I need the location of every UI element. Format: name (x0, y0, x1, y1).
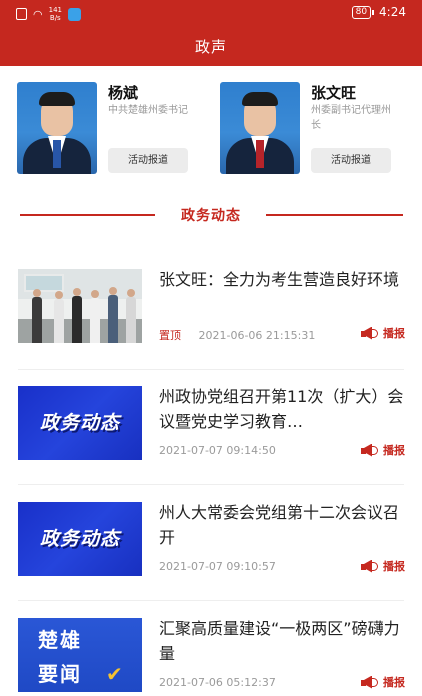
news-item[interactable]: 政务动态 州人大常委会党组第十二次会议召开 2021-07-07 09:10:5… (0, 502, 422, 592)
section-header: 政务动态 (0, 203, 422, 225)
news-time: 2021-07-06 05:12:37 (159, 676, 276, 689)
pinned-badge: 置顶 (159, 329, 181, 342)
news-thumbnail (18, 269, 142, 343)
broadcast-label: 播报 (383, 327, 405, 340)
check-mark-icon: ✔ (106, 662, 123, 686)
leader-card-yang-bin[interactable]: 杨斌 中共楚雄州委书记 活动报道 (17, 82, 202, 174)
battery-icon: 80 (351, 5, 375, 19)
thumbnail-text: 政务动态 (39, 528, 120, 550)
news-meta: 2021-07-07 09:10:57 (159, 560, 276, 573)
list-divider (18, 600, 404, 601)
news-meta: 2021-07-07 09:14:50 (159, 444, 276, 457)
speaker-icon (361, 675, 379, 689)
speaker-icon (361, 326, 379, 340)
wifi-icon: ◠ (33, 7, 43, 21)
news-thumbnail: 政务动态 (18, 386, 142, 460)
thumbnail-text: 要闻 (38, 662, 82, 686)
status-time: 4:24 (379, 5, 406, 19)
news-title[interactable]: 汇聚高质量建设“一极两区”磅礴力量 (159, 616, 407, 666)
speaker-icon (361, 443, 379, 457)
activity-report-button[interactable]: 活动报道 (108, 148, 188, 173)
app-notification-icon (67, 7, 81, 21)
broadcast-button[interactable]: 播报 (361, 558, 405, 574)
news-item[interactable]: 楚雄 要闻 ✔ 汇聚高质量建设“一极两区”磅礴力量 2021-07-06 05:… (0, 618, 422, 696)
status-bar: ◠ 141 B/s 80 4:24 (0, 0, 422, 26)
page-title: 政声 (194, 38, 227, 56)
thumbnail-text: 政务动态 (39, 412, 120, 434)
leader-name: 杨斌 (108, 84, 139, 102)
news-time: 2021-07-07 09:10:57 (159, 560, 276, 573)
broadcast-button[interactable]: 播报 (361, 674, 405, 690)
news-meta: 置顶 2021-06-06 21:15:31 (159, 327, 315, 343)
leader-role: 中共楚雄州委书记 (108, 105, 188, 116)
leader-name: 张文旺 (311, 84, 357, 102)
leader-role: 州委副书记代理州长 (311, 105, 391, 131)
news-title[interactable]: 州政协党组召开第11次（扩大）会议暨党史学习教育… (159, 384, 407, 434)
news-meta: 2021-07-06 05:12:37 (159, 676, 276, 689)
news-time: 2021-07-07 09:14:50 (159, 444, 276, 457)
list-divider (18, 484, 404, 485)
speaker-icon (361, 559, 379, 573)
news-title[interactable]: 张文旺：全力为考生营造良好环境 (159, 267, 407, 292)
activity-report-button[interactable]: 活动报道 (311, 148, 391, 173)
divider-line (266, 214, 403, 216)
news-thumbnail: 楚雄 要闻 ✔ (18, 618, 142, 692)
broadcast-label: 播报 (383, 560, 405, 573)
app-header: ◠ 141 B/s 80 4:24 政声 (0, 0, 422, 66)
news-item[interactable]: 政务动态 州政协党组召开第11次（扩大）会议暨党史学习教育… 2021-07-0… (0, 386, 422, 476)
news-thumbnail: 政务动态 (18, 502, 142, 576)
news-title[interactable]: 州人大常委会党组第十二次会议召开 (159, 500, 407, 550)
news-time: 2021-06-06 21:15:31 (198, 329, 316, 342)
broadcast-label: 播报 (383, 444, 405, 457)
list-divider (18, 369, 404, 370)
network-speed: 141 B/s (48, 6, 62, 22)
leader-portrait (17, 82, 97, 174)
leader-portrait (220, 82, 300, 174)
broadcast-label: 播报 (383, 676, 405, 689)
broadcast-button[interactable]: 播报 (361, 325, 405, 341)
thumbnail-text: 楚雄 (38, 628, 82, 652)
broadcast-button[interactable]: 播报 (361, 442, 405, 458)
leader-card-zhang-wenwang[interactable]: 张文旺 州委副书记代理州长 活动报道 (220, 82, 405, 174)
news-item[interactable]: 张文旺：全力为考生营造良好环境 置顶 2021-06-06 21:15:31 播… (0, 269, 422, 359)
sim-card-icon (16, 8, 27, 20)
